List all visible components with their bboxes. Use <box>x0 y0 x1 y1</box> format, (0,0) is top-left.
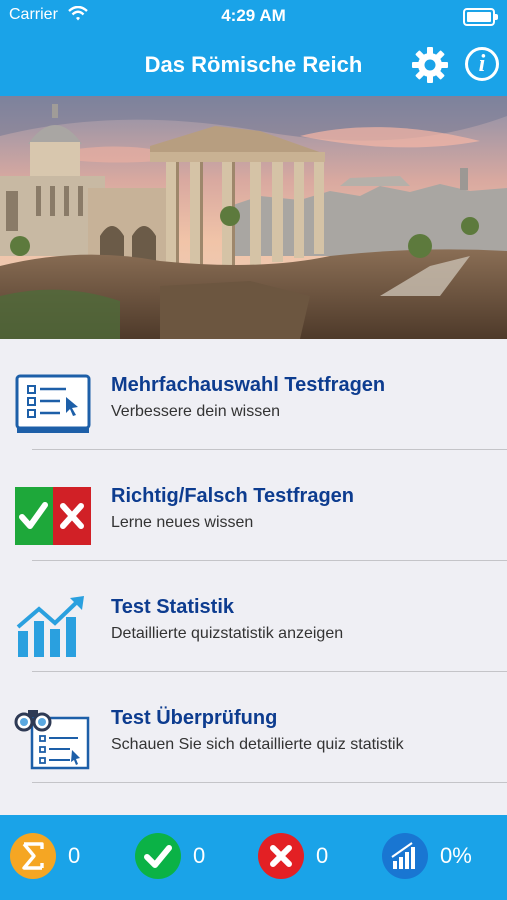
app-screen: Carrier 4:29 AM Das Römische Reich i Meh… <box>0 0 507 900</box>
signal-chart-icon <box>382 833 428 879</box>
menu-item-title: Mehrfachauswahl Testfragen <box>111 374 386 396</box>
stat-percent-value: 0% <box>440 843 472 868</box>
cross-icon <box>258 833 304 879</box>
menu-item-true-false[interactable]: Richtig/Falsch Testfragen Lerne neues wi… <box>0 450 507 561</box>
true-false-icon <box>15 487 91 545</box>
menu-item-statistics[interactable]: Test Statistik Detaillierte quizstatisti… <box>0 561 507 672</box>
menu-item-description: Verbessere dein wissen <box>111 403 280 420</box>
menu-item-description: Detaillierte quizstatistik anzeigen <box>111 625 344 642</box>
menu-item-multiple-choice[interactable]: Mehrfachauswahl Testfragen Verbessere de… <box>0 339 507 450</box>
checklist-icon <box>15 374 91 433</box>
menu-item-title: Test Überprüfung <box>111 707 278 729</box>
gear-icon[interactable] <box>411 46 449 84</box>
menu-item-description: Schauen Sie sich detaillierte quiz stati… <box>111 736 404 753</box>
check-icon <box>135 833 181 879</box>
info-icon: i <box>478 51 486 77</box>
bar-chart-icon <box>16 596 84 657</box>
menu-item-review[interactable]: Test Überprüfung Schauen Sie sich detail… <box>0 672 507 783</box>
hero-image-roman-forum <box>0 96 507 339</box>
status-bar: Carrier 4:29 AM <box>0 0 507 32</box>
divider <box>32 782 507 783</box>
stats-bar: 0 0 0 0% <box>0 815 507 900</box>
review-icon <box>14 710 90 770</box>
battery-icon <box>463 8 498 26</box>
info-button[interactable]: i <box>465 47 499 81</box>
stat-total-value: 0 <box>68 843 81 868</box>
menu-list: Mehrfachauswahl Testfragen Verbessere de… <box>0 339 507 783</box>
menu-item-title: Richtig/Falsch Testfragen <box>111 485 355 507</box>
header: Carrier 4:29 AM Das Römische Reich i <box>0 0 507 96</box>
stat-wrong-value: 0 <box>316 843 329 868</box>
status-time: 4:29 AM <box>221 6 286 25</box>
stat-correct-value: 0 <box>193 843 206 868</box>
menu-item-title: Test Statistik <box>111 596 234 618</box>
sigma-icon <box>10 833 56 879</box>
menu-item-description: Lerne neues wissen <box>111 514 254 531</box>
